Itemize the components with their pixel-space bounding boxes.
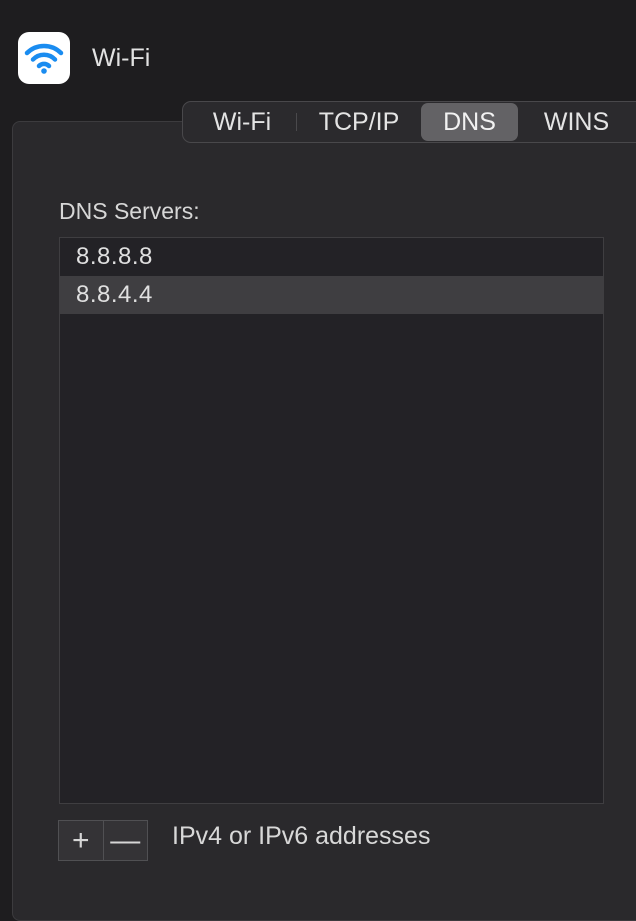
- tab-tcpip[interactable]: TCP/IP: [297, 103, 421, 141]
- tab-wifi[interactable]: Wi-Fi: [187, 103, 297, 141]
- add-server-button[interactable]: +: [59, 821, 104, 860]
- dns-servers-list[interactable]: 8.8.8.8 8.8.4.4: [59, 237, 604, 804]
- page-title: Wi-Fi: [92, 44, 151, 72]
- wifi-app-icon: [18, 32, 70, 84]
- wifi-icon: [24, 43, 64, 74]
- remove-server-button[interactable]: —: [104, 821, 148, 860]
- tab-dns[interactable]: DNS: [421, 103, 518, 141]
- dns-server-row[interactable]: 8.8.8.8: [60, 238, 603, 276]
- tab-wins[interactable]: WINS: [518, 103, 635, 141]
- add-remove-control: + —: [58, 820, 148, 861]
- dns-servers-label: DNS Servers:: [59, 198, 200, 224]
- tab-bar: Wi-Fi TCP/IP DNS WINS: [182, 101, 636, 143]
- address-hint: IPv4 or IPv6 addresses: [172, 822, 431, 850]
- dns-server-row-selected[interactable]: 8.8.4.4: [60, 276, 603, 314]
